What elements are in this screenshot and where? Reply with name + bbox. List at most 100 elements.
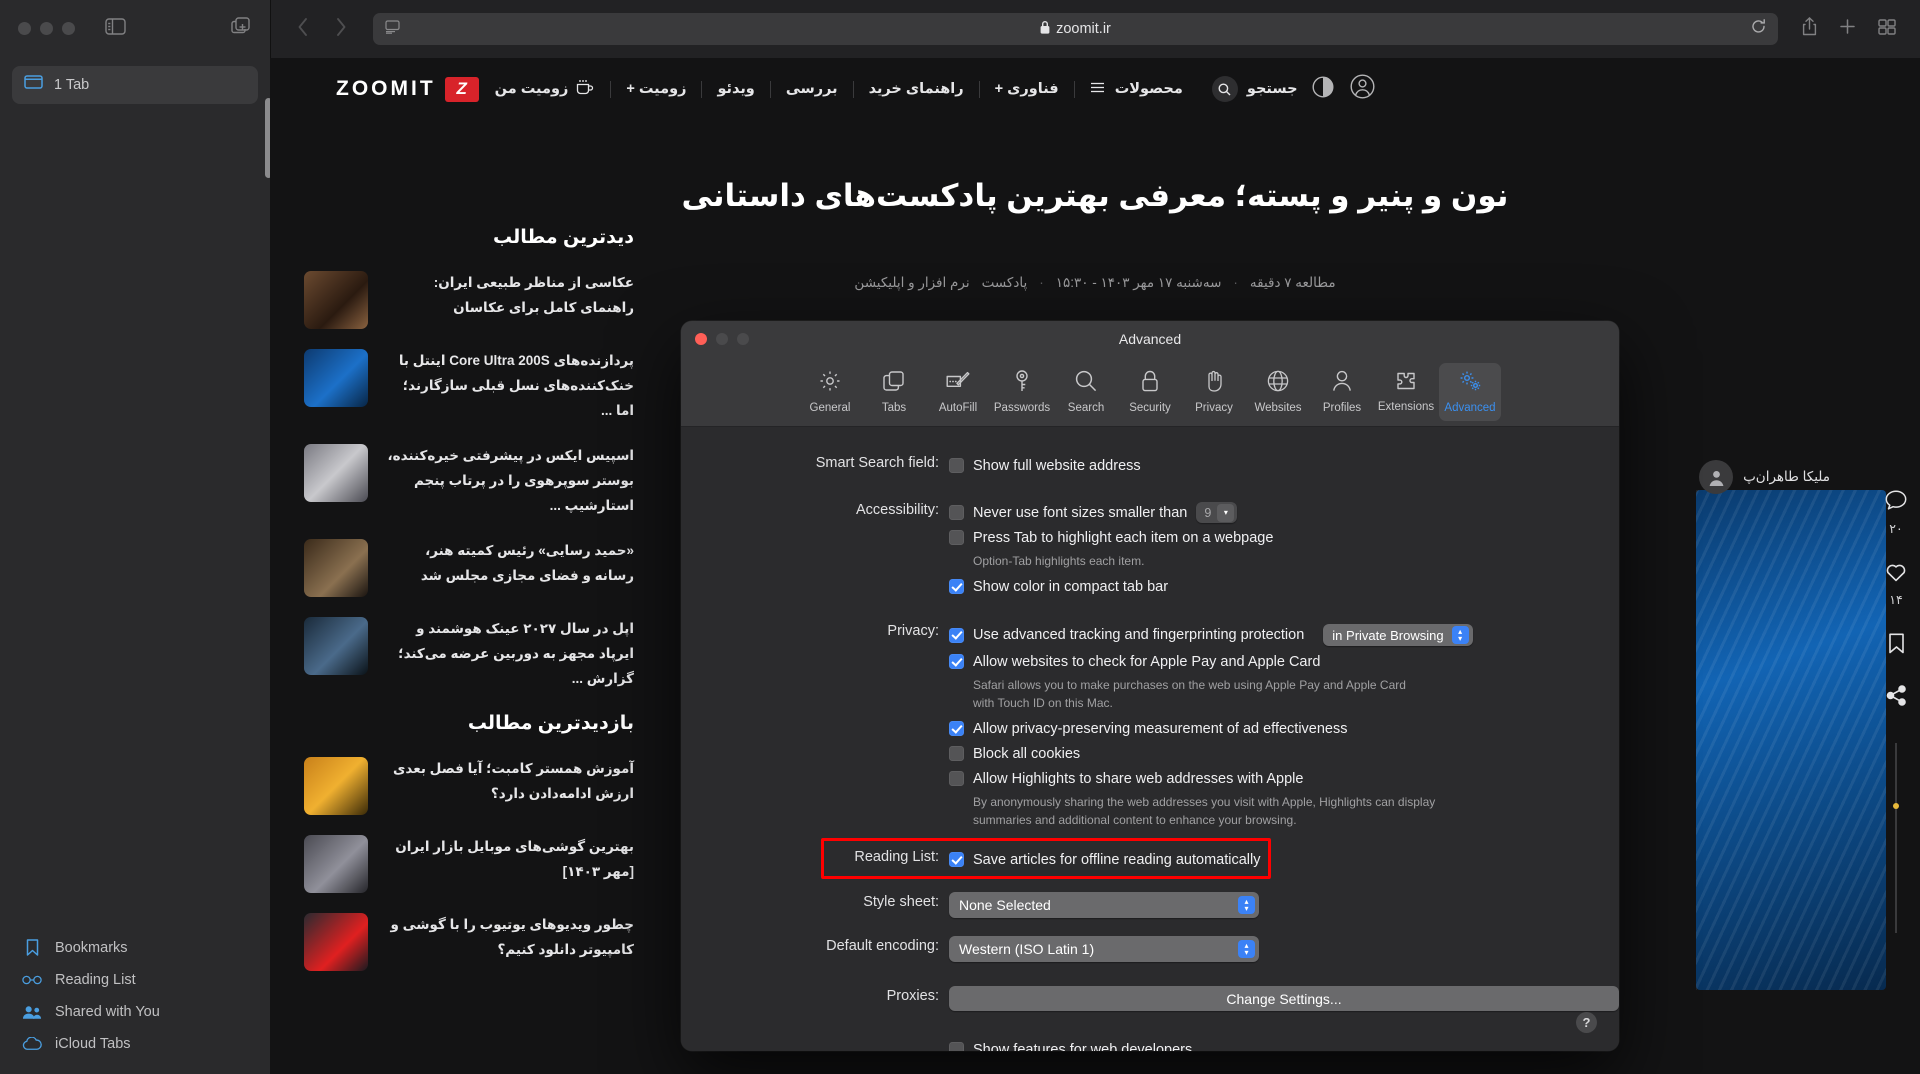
tab-general[interactable]: General	[799, 363, 861, 421]
comment-button[interactable]: ۲۰	[1885, 490, 1907, 536]
site-search-button[interactable]: جستجو	[1198, 76, 1312, 102]
advanced-tracking-checkbox[interactable]	[949, 627, 964, 643]
address-bar[interactable]: zoomit.ir	[373, 13, 1778, 45]
web-developers-option[interactable]: Show features for web developers	[949, 1037, 1619, 1051]
compact-tab-bar-option[interactable]: Show color in compact tab bar	[949, 574, 1619, 599]
share-button[interactable]	[1886, 685, 1907, 711]
theme-toggle-icon[interactable]	[1312, 75, 1334, 103]
list-item[interactable]: «حمید رسایی» رئیس کمیته هنر، رسانه و فضا…	[304, 538, 634, 597]
advanced-tracking-option[interactable]: Use advanced tracking and fingerprinting…	[949, 621, 1619, 649]
new-tab-plus-icon[interactable]	[1835, 16, 1860, 42]
sidebar-item-reading-list[interactable]: Reading List	[10, 964, 260, 996]
account-icon[interactable]	[1350, 74, 1375, 104]
new-tab-group-icon[interactable]	[231, 16, 252, 41]
zoomit-logo[interactable]: Z ZOOMIT	[336, 76, 479, 102]
press-tab-checkbox[interactable]	[949, 530, 964, 545]
window-traffic-lights[interactable]	[18, 22, 75, 35]
nav-my-zoomit[interactable]: زومیت من	[479, 79, 611, 99]
setting-row-default-encoding: Default encoding: Western (ISO Latin 1) …	[681, 936, 1619, 962]
list-item[interactable]: اسپیس ایکس در پیشرفتی خیره‌کننده، بوستر …	[304, 443, 634, 519]
nav-item-review[interactable]: بررسی	[771, 81, 853, 97]
tab-privacy[interactable]: Privacy	[1183, 363, 1245, 421]
style-sheet-dropdown[interactable]: None Selected ▴ ▾	[949, 892, 1259, 918]
safari-settings-dialog[interactable]: Advanced General Tabs AutoFill Passwords…	[681, 321, 1619, 1051]
reader-view-icon[interactable]	[385, 19, 400, 39]
close-window-button[interactable]	[18, 22, 31, 35]
dialog-traffic-lights[interactable]	[695, 333, 749, 345]
highlights-option[interactable]: Allow Highlights to share web addresses …	[949, 766, 1619, 791]
list-item[interactable]: پردازنده‌های Core Ultra 200S اینتل با خن…	[304, 349, 634, 424]
change-proxy-settings-button[interactable]: Change Settings...	[949, 986, 1619, 1011]
show-full-address-option[interactable]: Show full website address	[949, 453, 1619, 478]
ad-measurement-checkbox[interactable]	[949, 721, 964, 736]
back-button[interactable]	[291, 15, 315, 44]
nav-item-video[interactable]: ویدئو	[702, 81, 769, 97]
tab-advanced[interactable]: Advanced	[1439, 362, 1501, 421]
minimize-window-button[interactable]	[40, 22, 53, 35]
comment-count: ۲۰	[1889, 522, 1903, 536]
dialog-close-button[interactable]	[695, 333, 707, 345]
sidebar-item-bookmarks[interactable]: Bookmarks	[10, 931, 260, 964]
list-item[interactable]: اپل در سال ۲۰۲۷ عینک هوشمند و ایرپاد مجه…	[304, 616, 634, 692]
help-button[interactable]: ?	[1576, 1012, 1597, 1033]
article-meta-tag-software[interactable]: نرم افزار و اپلیکیشن	[854, 275, 969, 291]
nav-item-products[interactable]: محصولات	[1075, 81, 1198, 97]
setting-row-smart-search: Smart Search field: Show full website ad…	[681, 453, 1619, 478]
sidebar-item-icloud-tabs[interactable]: iCloud Tabs	[10, 1028, 260, 1060]
forward-button[interactable]	[329, 15, 353, 44]
bookmark-icon	[22, 939, 42, 956]
maximize-window-button[interactable]	[62, 22, 75, 35]
block-cookies-checkbox[interactable]	[949, 746, 964, 761]
nav-item-technology[interactable]: فناوری +	[980, 81, 1074, 97]
reload-icon[interactable]	[1751, 19, 1766, 39]
tab-profiles[interactable]: Profiles	[1311, 363, 1373, 421]
web-developers-checkbox[interactable]	[949, 1042, 964, 1051]
list-item-title: عکاسی از مناظر طبیعی ایران: راهنمای کامل…	[433, 275, 634, 315]
logo-text: ZOOMIT	[336, 77, 436, 100]
article-meta-tag-podcast[interactable]: پادکست	[982, 275, 1028, 291]
ad-measurement-option[interactable]: Allow privacy-preserving measurement of …	[949, 716, 1619, 741]
apple-pay-option[interactable]: Allow websites to check for Apple Pay an…	[949, 649, 1619, 674]
tracking-scope-dropdown[interactable]: in Private Browsing ▴ ▾	[1323, 624, 1473, 646]
show-full-address-checkbox[interactable]	[949, 458, 964, 473]
tab-tabs[interactable]: Tabs	[863, 363, 925, 421]
tab-overview-icon[interactable]	[1874, 17, 1900, 42]
article-author[interactable]: ملیکا طاهران‌پ	[1699, 460, 1830, 494]
save-bookmark-button[interactable]	[1888, 633, 1905, 659]
dialog-maximize-button[interactable]	[737, 333, 749, 345]
default-encoding-dropdown[interactable]: Western (ISO Latin 1) ▴ ▾	[949, 936, 1259, 962]
list-item[interactable]: چطور ویدیوهای یوتیوب را با گوشی و کامپیو…	[304, 912, 634, 971]
tab-label: Tabs	[881, 401, 907, 414]
default-encoding-value: Western (ISO Latin 1)	[959, 941, 1095, 957]
share-icon[interactable]	[1798, 15, 1821, 43]
sidebar-tab-group[interactable]: 1 Tab	[12, 66, 258, 104]
tab-extensions[interactable]: Extensions	[1375, 363, 1437, 421]
chevron-up-down-icon: ▴ ▾	[1451, 626, 1469, 644]
press-tab-option[interactable]: Press Tab to highlight each item on a we…	[949, 525, 1619, 550]
min-font-size-checkbox[interactable]	[949, 505, 964, 520]
nav-item-zoomit-plus[interactable]: زومیت +	[611, 81, 701, 97]
highlights-checkbox[interactable]	[949, 771, 964, 786]
tab-search[interactable]: Search	[1055, 363, 1117, 421]
compact-tab-bar-checkbox[interactable]	[949, 579, 964, 594]
save-offline-option[interactable]: Save articles for offline reading automa…	[949, 847, 1619, 872]
dialog-minimize-button[interactable]	[716, 333, 728, 345]
tab-security[interactable]: Security	[1119, 363, 1181, 421]
save-offline-checkbox[interactable]	[949, 852, 964, 867]
tab-passwords[interactable]: Passwords	[991, 363, 1053, 421]
nav-item-buying-guide[interactable]: راهنمای خرید	[854, 81, 979, 97]
min-font-size-dropdown[interactable]: 9 ▾	[1196, 502, 1238, 523]
tab-autofill[interactable]: AutoFill	[927, 363, 989, 421]
list-item[interactable]: آموزش همستر کامبت؛ آیا فصل بعدی ارزش ادا…	[304, 756, 634, 815]
block-cookies-option[interactable]: Block all cookies	[949, 741, 1619, 766]
apple-pay-checkbox[interactable]	[949, 654, 964, 669]
sidebar-item-shared-with-you[interactable]: Shared with You	[10, 996, 260, 1028]
sidebar-item-label: Bookmarks	[55, 939, 128, 956]
tab-websites[interactable]: Websites	[1247, 363, 1309, 421]
list-item[interactable]: بهترین گوشی‌های موبایل بازار ایران [مهر …	[304, 834, 634, 893]
list-item[interactable]: عکاسی از مناظر طبیعی ایران: راهنمای کامل…	[304, 271, 634, 329]
like-button[interactable]: ۱۴	[1885, 562, 1907, 607]
sidebar-toggle-icon[interactable]	[105, 17, 126, 40]
tab-label: General	[809, 401, 851, 414]
min-font-size-option[interactable]: Never use font sizes smaller than 9 ▾	[949, 500, 1619, 525]
